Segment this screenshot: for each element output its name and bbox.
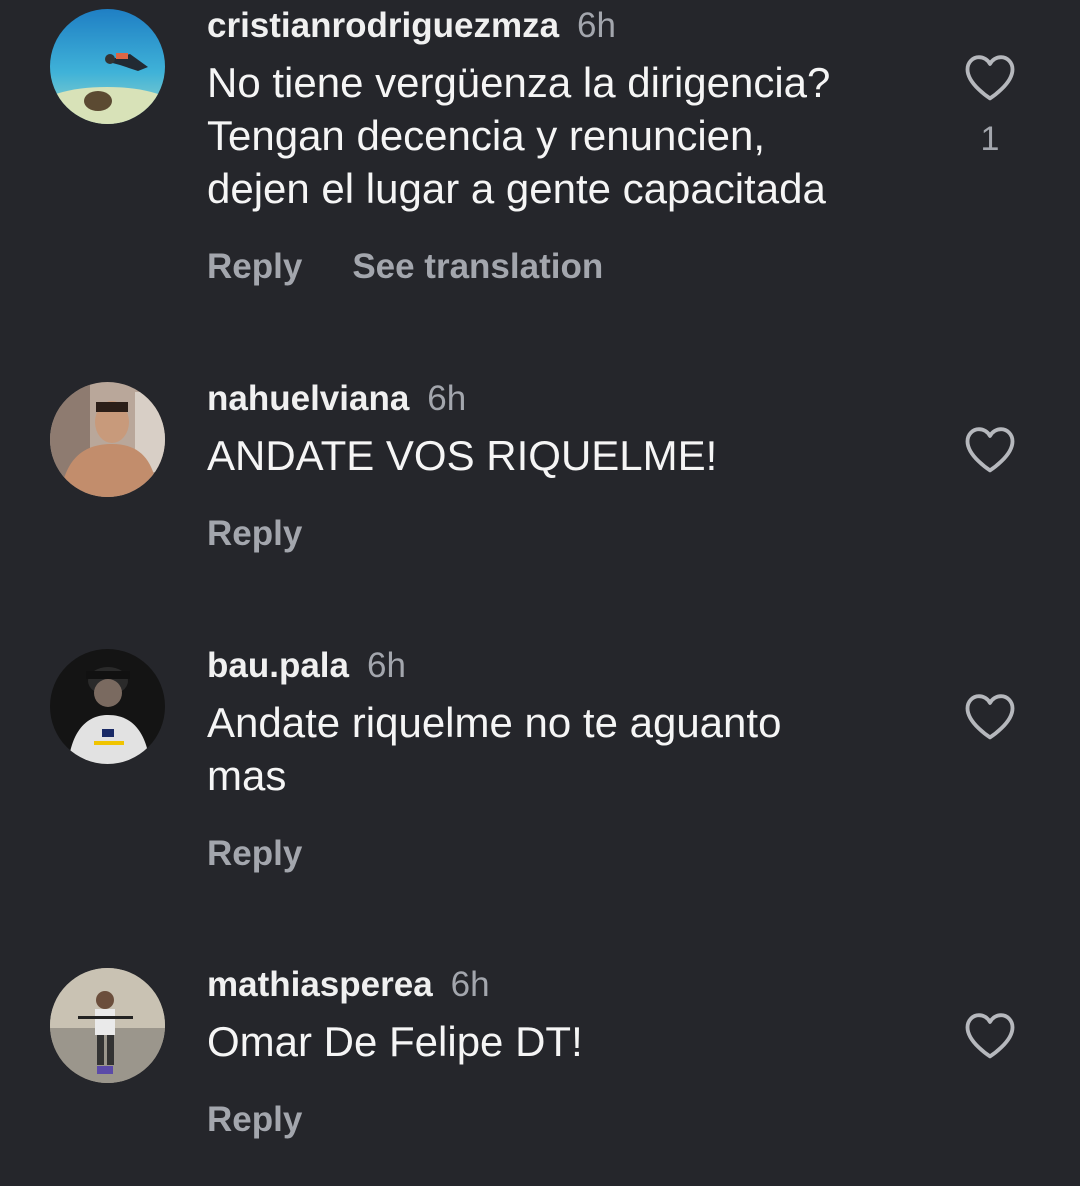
comment-text: Andate riquelme no te aguanto mas (207, 699, 782, 799)
see-translation-button[interactable]: See translation (352, 247, 603, 286)
avatar[interactable] (50, 382, 165, 497)
timestamp: 6h (427, 379, 467, 418)
comment-body: cristianrodriguezmza 6h No tiene vergüenz… (207, 4, 907, 289)
avatar-image (50, 382, 165, 497)
avatar[interactable] (50, 649, 165, 764)
avatar-image (50, 649, 165, 764)
like-control (962, 1010, 1018, 1060)
username[interactable]: bau.pala (207, 646, 349, 685)
comment-meta: mathiasperea 6h (207, 963, 907, 1007)
comment-meta: bau.pala 6h (207, 644, 907, 688)
timestamp: 6h (366, 646, 406, 685)
like-control: 1 (962, 52, 1018, 159)
avatar-image (50, 968, 165, 1083)
avatar[interactable] (50, 9, 165, 124)
timestamp: 6h (450, 965, 490, 1004)
like-control (962, 691, 1018, 741)
heart-outline-icon[interactable] (963, 1010, 1017, 1060)
comment-meta: nahuelviana 6h (207, 377, 907, 421)
reply-button[interactable]: Reply (207, 247, 302, 286)
comment-actions: Reply (207, 1098, 907, 1142)
like-control (962, 424, 1018, 474)
comment-actions: Reply (207, 832, 907, 876)
avatar-image (50, 9, 165, 124)
comment-text: No tiene vergüenza la dirigencia? Tengan… (207, 59, 831, 212)
comment-actions: Reply See translation (207, 245, 907, 289)
reply-button[interactable]: Reply (207, 514, 302, 553)
comment-text: ANDATE VOS RIQUELME! (207, 432, 718, 479)
like-count: 1 (980, 120, 1000, 158)
heart-outline-icon[interactable] (963, 691, 1017, 741)
heart-outline-icon[interactable] (963, 424, 1017, 474)
comment-text: Omar De Felipe DT! (207, 1018, 583, 1065)
username[interactable]: mathiasperea (207, 965, 433, 1004)
reply-button[interactable]: Reply (207, 834, 302, 873)
comment-body: mathiasperea 6h Omar De Felipe DT! Reply (207, 963, 907, 1142)
timestamp: 6h (577, 6, 616, 45)
comment-actions: Reply (207, 512, 907, 556)
username[interactable]: nahuelviana (207, 379, 409, 418)
comment-body: bau.pala 6h Andate riquelme no te aguanto… (207, 644, 907, 876)
comment-body: nahuelviana 6h ANDATE VOS RIQUELME! Reply (207, 377, 907, 556)
comment-meta: cristianrodriguezmza 6h (207, 4, 907, 48)
heart-outline-icon[interactable] (963, 52, 1017, 102)
reply-button[interactable]: Reply (207, 1100, 302, 1139)
username[interactable]: cristianrodriguezmza (207, 6, 559, 45)
avatar[interactable] (50, 968, 165, 1083)
